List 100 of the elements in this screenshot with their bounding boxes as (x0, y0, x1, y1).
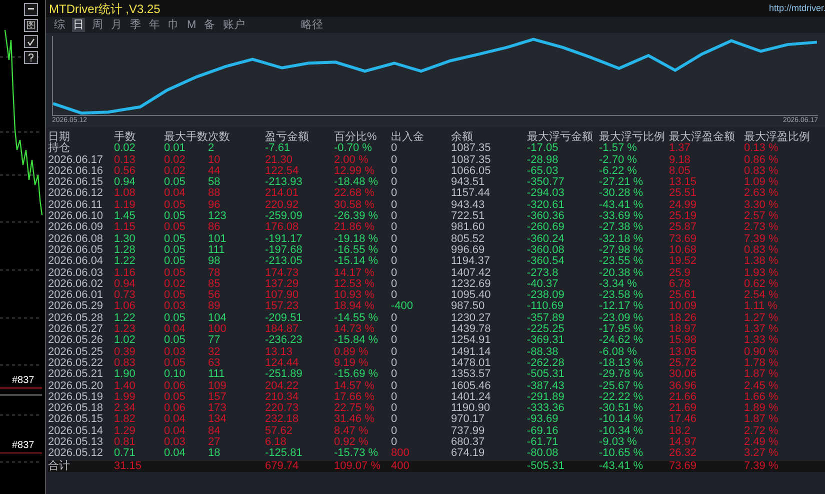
table-cell: 805.52 (451, 234, 485, 245)
column-header: 最大浮盈金额 (669, 132, 735, 143)
table-cell-text: 0.05 (164, 200, 186, 211)
table-cell-text: 96 (208, 200, 220, 211)
table-cell: 1.87 % (744, 414, 778, 426)
table-cell: 15.98 (669, 335, 697, 347)
column-header: 最大浮亏比例 (599, 132, 665, 143)
period-tab[interactable]: 账户 (222, 18, 246, 32)
table-cell-text: 0.83 % (744, 244, 778, 256)
table-cell: 0.39 (114, 346, 136, 358)
table-cell: 1.82 (114, 414, 136, 426)
table-cell: 1.33 % (744, 335, 778, 347)
table-cell: 0.03 (164, 346, 186, 358)
check-button[interactable] (24, 35, 38, 48)
table-cell-text: 0 (391, 358, 398, 369)
table-cell: 0.03 (164, 437, 186, 448)
table-cell: 1.37 % (744, 324, 778, 336)
table-cell-text: -14.55 % (334, 312, 378, 324)
table-cell: 86 (208, 222, 220, 234)
chart-button[interactable]: 图 (24, 19, 38, 32)
table-cell: -294.03 (527, 188, 564, 200)
table-cell-text: 0.05 (164, 312, 186, 324)
table-cell: 73.69 (669, 234, 697, 245)
period-tab[interactable]: 月 (110, 18, 123, 32)
table-cell: 174.73 (265, 268, 299, 279)
table-cell-text: 111 (208, 244, 225, 256)
table-cell-text: 0 (391, 426, 398, 437)
minimize-button[interactable] (24, 3, 38, 16)
table-cell: -333.36 (527, 403, 564, 414)
table-cell: 0.05 (164, 234, 186, 245)
period-tab[interactable]: M (186, 18, 198, 32)
table-cell: 0.90 % (744, 346, 778, 358)
table-cell: 2.34 (114, 403, 136, 414)
period-tab[interactable]: 巾 (167, 18, 180, 32)
table-cell-text: 57.62 (265, 426, 293, 437)
table-cell: 0.05 (164, 256, 186, 268)
column-header: 余额 (451, 132, 473, 143)
table-cell: 214.01 (265, 188, 299, 200)
table-cell: 1.38 % (744, 256, 778, 268)
table-cell: -369.31 (527, 335, 564, 347)
table-cell: 0.04 (164, 414, 186, 426)
table-cell-text: 124.44 (265, 358, 299, 369)
table-cell-text: -3.34 % (599, 278, 637, 290)
period-tab[interactable]: 略径 (300, 18, 324, 32)
table-cell: 31.15 (114, 460, 142, 472)
table-cell: 2026.05.25 (48, 346, 104, 358)
table-cell: 30.06 (669, 369, 697, 381)
table-cell: 2.00 % (334, 154, 368, 166)
table-cell: -236.23 (265, 335, 302, 347)
table-cell-text: 0 (391, 312, 398, 324)
table-cell: 674.19 (451, 448, 485, 460)
table-cell: -30.51 % (599, 403, 644, 414)
table-cell: 0 (391, 211, 398, 222)
table-cell: 0 (391, 437, 398, 448)
table-cell-text: 1.19 (114, 200, 136, 211)
period-tab[interactable]: 日 (72, 18, 85, 32)
table-cell: 1.89 % (744, 403, 778, 414)
table-cell: 73.69 (669, 460, 697, 472)
table-cell-text: -6.22 % (599, 166, 637, 177)
table-cell: 2026.05.15 (48, 414, 104, 426)
period-tab[interactable]: 年 (148, 18, 161, 32)
period-tab[interactable]: 备 (203, 18, 216, 32)
period-tab[interactable]: 季 (129, 18, 142, 32)
table-cell: 981.60 (451, 222, 485, 234)
table-cell: 10 (208, 154, 220, 166)
table-cell: 26.32 (669, 448, 697, 460)
table-cell-text: 2026.06.11 (48, 200, 102, 211)
table-cell-text: 0.62 % (744, 278, 778, 290)
table-cell: -273.8 (527, 268, 558, 279)
period-tab[interactable]: 周 (91, 18, 104, 32)
table-cell: -23.58 % (599, 290, 644, 302)
table-cell: 1194.37 (451, 256, 490, 268)
table-cell: 0 (391, 335, 398, 347)
table-cell: -360.24 (527, 234, 564, 245)
table-cell: 0.01 (164, 143, 186, 155)
table-cell: 25.9 (669, 268, 690, 279)
table-cell: 0 (391, 143, 398, 155)
column-header: 出入金 (391, 132, 424, 143)
table-cell: 176.08 (265, 222, 299, 234)
table-cell-text: 943.43 (451, 200, 485, 211)
table-cell: -19.18 % (334, 234, 378, 245)
table-cell: 9.18 (669, 154, 690, 166)
table-cell: -32.18 % (599, 234, 644, 245)
table-cell: 722.51 (451, 211, 485, 222)
table-cell: 27 (208, 437, 220, 448)
table-cell-text: 0.05 (164, 392, 186, 403)
table-cell: 2026.06.12 (48, 188, 104, 200)
table-cell: -27.38 % (599, 222, 644, 234)
table-cell: -191.17 (265, 234, 302, 245)
help-button[interactable] (24, 51, 38, 64)
table-cell-text: 104 (208, 312, 226, 324)
table-cell-text: 1.99 (114, 392, 136, 403)
table-cell-text: 210.34 (265, 392, 299, 403)
website-link[interactable]: http://mtdriver. (768, 2, 825, 16)
table-cell: 25.19 (669, 211, 697, 222)
table-cell: 0.02 (114, 143, 136, 155)
period-tab[interactable]: 综 (53, 18, 66, 32)
table-cell: 2026.05.26 (48, 335, 104, 347)
table-cell: -26.39 % (334, 211, 378, 222)
table-cell: -15.84 % (334, 335, 378, 347)
